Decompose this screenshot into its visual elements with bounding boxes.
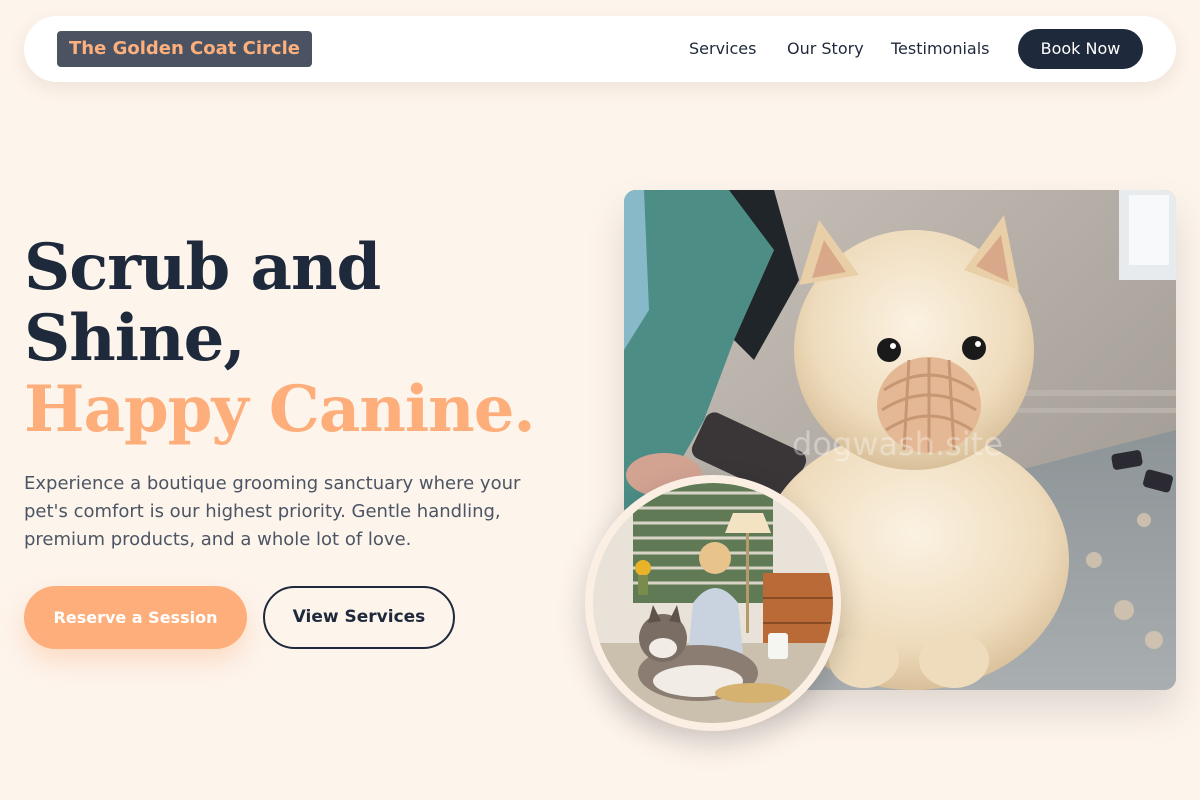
nav-link-testimonials[interactable]: Testimonials [891, 38, 990, 60]
brand-logo[interactable]: The Golden Coat Circle [57, 31, 312, 67]
hero-title-line-2: Shine, [24, 301, 246, 376]
watermark-text: dogwash.site [792, 425, 1003, 463]
nav-link-services[interactable]: Services [689, 38, 756, 60]
inset-photo-circle [585, 475, 841, 731]
view-services-button[interactable]: View Services [263, 586, 455, 649]
woman-with-husky-illustration [593, 483, 833, 723]
hero-title: Scrub and Shine, Happy Canine. [24, 232, 584, 445]
reserve-session-button[interactable]: Reserve a Session [24, 586, 247, 649]
navbar: The Golden Coat Circle Services Our Stor… [24, 16, 1176, 82]
nav-link-our-story[interactable]: Our Story [787, 38, 864, 60]
book-now-button[interactable]: Book Now [1018, 29, 1143, 69]
hero-title-accent: Happy Canine. [24, 372, 536, 447]
hero-description: Experience a boutique grooming sanctuary… [24, 473, 521, 550]
hero-title-line-1: Scrub and [24, 230, 381, 305]
